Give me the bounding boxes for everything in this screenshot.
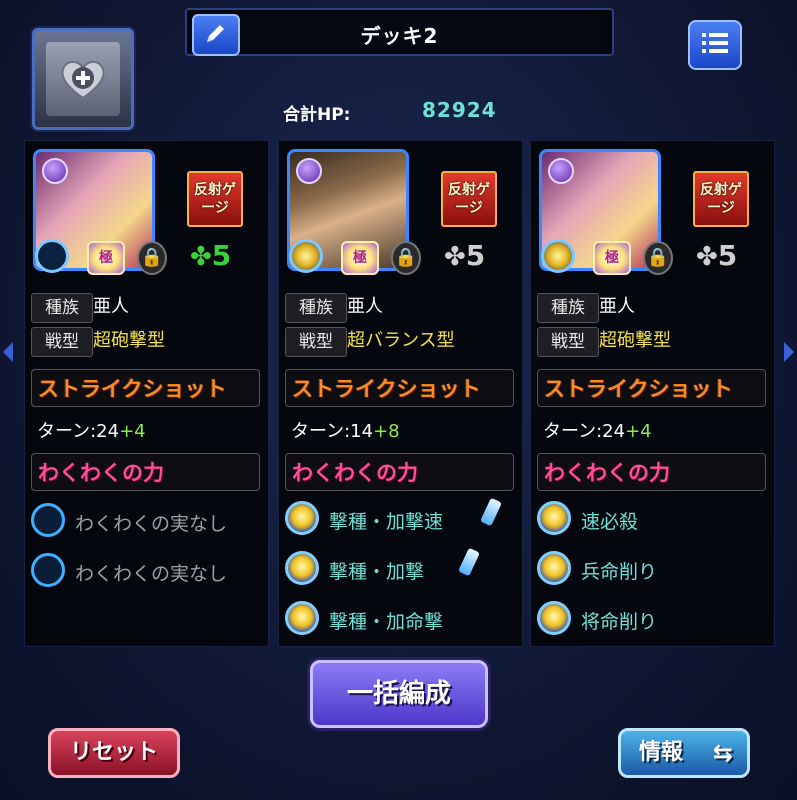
fruit-label: 撃種・加命撃 — [329, 611, 444, 633]
slot-ring-icon — [541, 239, 575, 273]
kiwami-badge-icon: 極 — [87, 241, 125, 275]
clover-icon: ✤ — [696, 242, 718, 272]
type-tag: 戦型 — [31, 327, 93, 357]
reset-button[interactable]: リセット — [48, 728, 180, 778]
wakuwaku-title[interactable]: わくわくの力 — [537, 453, 766, 491]
wakuwaku-title[interactable]: わくわくの力 — [285, 453, 514, 491]
fruit-label: 撃種・加撃 — [329, 561, 425, 583]
list-icon — [702, 32, 728, 58]
empty-fruit-icon — [31, 553, 65, 587]
kiwami-badge-icon: 極 — [593, 241, 631, 275]
clover-icon: ✤ — [444, 242, 466, 272]
monster-card-2[interactable]: 反射ゲージ 極 🔒 ✤5 種族 亜人 戦型 超バランス型 ストライクショット タ… — [278, 140, 523, 647]
wakuwaku-fruit-slot[interactable]: 速必殺 — [537, 499, 769, 539]
strike-shot-turn: ターン:24+4 — [37, 421, 146, 442]
heart-plus-icon — [46, 42, 120, 116]
slot-ring-icon — [35, 239, 69, 273]
deck-title-bar: デッキ2 — [185, 8, 614, 56]
strike-shot-title[interactable]: ストライクショット — [285, 369, 514, 407]
fruit-icon — [285, 501, 319, 535]
strike-shot-title[interactable]: ストライクショット — [537, 369, 766, 407]
tribe-value: 亜人 — [93, 296, 129, 317]
tribe-tag: 種族 — [31, 293, 93, 323]
fruit-label: 将命削り — [581, 611, 658, 633]
clover-icon: ✤ — [190, 242, 212, 272]
fruit-label: 撃種・加撃速 — [329, 511, 444, 533]
wakuwaku-fruit-slot[interactable]: 将命削り — [537, 599, 769, 639]
lock-icon[interactable]: 🔒 — [391, 241, 421, 275]
fruit-icon — [537, 501, 571, 535]
dark-element-icon — [42, 158, 68, 184]
wakuwaku-fruit-slot[interactable]: 兵命削り — [537, 549, 769, 589]
next-deck-arrow-icon[interactable] — [784, 342, 794, 362]
tribe-value: 亜人 — [599, 296, 635, 317]
strike-shot-turn: ターン:24+4 — [543, 421, 652, 442]
luck-value: ✤5 — [190, 239, 232, 272]
fruit-label: 兵命削り — [581, 561, 658, 583]
bottle-icon — [480, 497, 502, 527]
fruit-label: わくわくの実なし — [75, 563, 228, 585]
type-value: 超バランス型 — [347, 330, 455, 351]
type-tag: 戦型 — [537, 327, 599, 357]
wakuwaku-fruit-slot[interactable]: わくわくの実なし — [31, 551, 263, 591]
wakuwaku-fruit-slot[interactable]: 撃種・加撃 — [285, 547, 517, 589]
fruit-icon — [285, 601, 319, 635]
edit-deck-name-button[interactable] — [192, 14, 240, 56]
luck-value: ✤5 — [444, 239, 486, 272]
total-hp-value: 82924 — [422, 98, 497, 122]
fruit-icon — [537, 601, 571, 635]
gauge-icon: 反射ゲージ — [441, 171, 497, 227]
luck-value: ✤5 — [696, 239, 738, 272]
tribe-value: 亜人 — [347, 296, 383, 317]
tribe-tag: 種族 — [285, 293, 347, 323]
fruit-icon — [285, 551, 319, 585]
deck-title: デッキ2 — [360, 24, 439, 48]
total-hp-label: 合計HP: — [283, 105, 351, 125]
type-value: 超砲撃型 — [93, 330, 165, 351]
strike-shot-title[interactable]: ストライクショット — [31, 369, 260, 407]
gauge-icon: 反射ゲージ — [187, 171, 243, 227]
bulk-formation-button[interactable]: 一括編成 — [310, 660, 488, 728]
pencil-icon — [204, 21, 228, 49]
type-tag: 戦型 — [285, 327, 347, 357]
prev-deck-arrow-icon[interactable] — [3, 342, 13, 362]
kiwami-badge-icon: 極 — [341, 241, 379, 275]
fruit-label: わくわくの実なし — [75, 513, 228, 535]
wakuwaku-fruit-slot[interactable]: わくわくの実なし — [31, 501, 263, 541]
slot-ring-icon — [289, 239, 323, 273]
swap-arrows-icon: ⇆ — [712, 739, 733, 767]
wakuwaku-fruit-slot[interactable]: 撃種・加撃速 — [285, 497, 517, 539]
empty-fruit-icon — [31, 503, 65, 537]
info-label: 情報 — [639, 740, 684, 765]
gauge-icon: 反射ゲージ — [693, 171, 749, 227]
fruit-label: 速必殺 — [581, 511, 639, 533]
monster-card-3[interactable]: 反射ゲージ 極 🔒 ✤5 種族 亜人 戦型 超砲撃型 ストライクショット ターン… — [530, 140, 775, 647]
wakuwaku-fruit-slot[interactable]: 撃種・加命撃 — [285, 599, 517, 639]
fruit-icon — [537, 551, 571, 585]
monster-card-1[interactable]: 反射ゲージ 極 🔒 ✤5 種族 亜人 戦型 超砲撃型 ストライクショット ターン… — [24, 140, 269, 647]
type-value: 超砲撃型 — [599, 330, 671, 351]
deck-list-button[interactable] — [688, 20, 742, 70]
info-button[interactable]: 情報 ⇆ — [618, 728, 750, 778]
dark-element-icon — [548, 158, 574, 184]
wakuwaku-title[interactable]: わくわくの力 — [31, 453, 260, 491]
lock-icon[interactable]: 🔒 — [137, 241, 167, 275]
tribe-tag: 種族 — [537, 293, 599, 323]
bottle-icon — [458, 547, 480, 577]
strike-shot-turn: ターン:14+8 — [291, 421, 400, 442]
dark-element-icon — [296, 158, 322, 184]
lock-icon[interactable]: 🔒 — [643, 241, 673, 275]
favorite-button[interactable] — [32, 28, 134, 130]
